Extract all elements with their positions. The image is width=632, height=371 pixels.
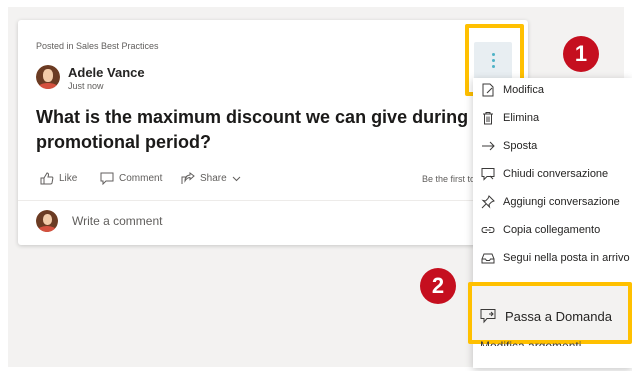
trash-icon	[480, 110, 496, 126]
arrow-right-icon	[480, 138, 496, 154]
author-name[interactable]: Adele Vance	[68, 65, 145, 80]
comment-input[interactable]: Write a comment	[72, 214, 162, 228]
share-button[interactable]: Share	[181, 172, 241, 185]
menu-item-label: Aggiungi conversazione	[503, 196, 620, 208]
link-icon	[480, 222, 496, 238]
card-divider	[18, 200, 528, 201]
like-button[interactable]: Like	[40, 172, 77, 185]
share-label: Share	[200, 173, 227, 184]
first-to-text: Be the first to	[422, 174, 476, 184]
post-time: Just now	[68, 81, 104, 91]
menu-item-modifica[interactable]: Modifica	[473, 78, 632, 102]
close-conversation-icon	[480, 166, 496, 182]
menu-item-label: Elimina	[503, 112, 540, 124]
inbox-icon	[480, 250, 496, 266]
step-badge-2: 2	[420, 268, 456, 304]
author-avatar[interactable]	[36, 65, 60, 89]
comment-icon	[100, 172, 114, 185]
comment-label: Comment	[119, 173, 163, 184]
menu-item-segui-posta[interactable]: Segui nella posta in arrivo	[473, 246, 632, 270]
pin-icon	[480, 194, 496, 210]
menu-item-aggiungi-conversazione[interactable]: Aggiungi conversazione	[473, 190, 632, 214]
like-icon	[40, 172, 54, 185]
menu-item-modifica-argomenti[interactable]: Modifica argomenti	[480, 337, 581, 346]
menu-item-sposta[interactable]: Sposta	[473, 134, 632, 158]
menu-item-label: Segui nella posta in arrivo	[503, 252, 630, 264]
chevron-down-icon	[232, 176, 241, 181]
posted-in-label: Posted in Sales Best Practices	[36, 41, 159, 51]
question-line-1: What is the maximum discount we can give…	[36, 107, 480, 127]
comment-button[interactable]: Comment	[100, 172, 162, 185]
menu-item-label: Modifica	[503, 84, 544, 96]
question-line-2: promotional period?	[36, 132, 211, 152]
menu-item-chiudi-conversazione[interactable]: Chiudi conversazione	[473, 162, 632, 186]
edit-icon	[480, 82, 496, 98]
menu-item-label: Chiudi conversazione	[503, 168, 609, 180]
step-badge-1: 1	[563, 36, 599, 72]
highlight-box-passa-a-domanda	[468, 282, 632, 344]
post-card: Posted in Sales Best Practices Adele Van…	[18, 20, 528, 245]
commenter-avatar	[36, 210, 58, 232]
like-label: Like	[59, 173, 78, 184]
post-question: What is the maximum discount we can give…	[36, 105, 506, 155]
menu-item-label: Copia collegamento	[503, 224, 601, 236]
menu-item-label: Sposta	[503, 140, 538, 152]
menu-item-copia-collegamento[interactable]: Copia collegamento	[473, 218, 632, 242]
share-icon	[181, 172, 195, 184]
menu-item-elimina[interactable]: Elimina	[473, 106, 632, 130]
